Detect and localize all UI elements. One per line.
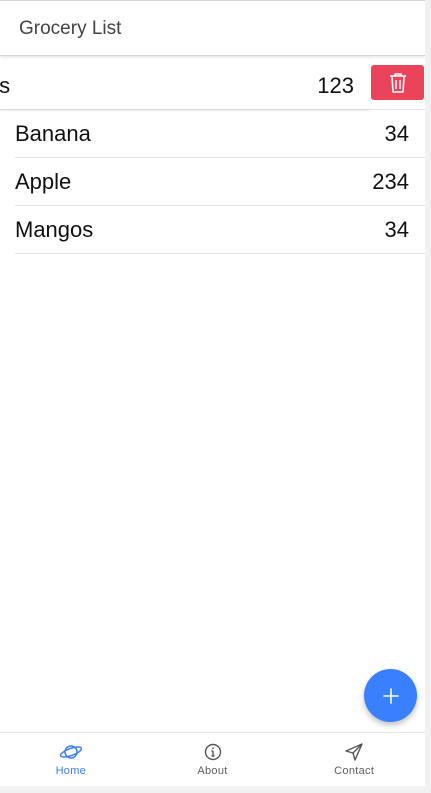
item-name: ts [0, 73, 11, 98]
planet-icon [59, 745, 82, 759]
item-name: Mangos [15, 217, 94, 242]
tab-home[interactable]: Home [0, 733, 142, 786]
toolbar: Grocery List [0, 0, 425, 56]
list-item[interactable]: Mangos 34 [15, 206, 425, 254]
item-quantity: 34 [384, 217, 409, 242]
list-item[interactable]: ts 123 [0, 60, 425, 110]
item-quantity: 234 [372, 169, 409, 194]
page-title: Grocery List [19, 18, 122, 39]
delete-button[interactable] [371, 65, 424, 100]
tab-contact[interactable]: Contact [283, 733, 425, 786]
send-icon [345, 743, 363, 761]
item-name: Banana [15, 121, 91, 146]
item-quantity: 123 [317, 73, 354, 98]
trash-icon [389, 72, 406, 93]
grocery-list: ts 123 Banana 34 Apple 234 Mangos 34 [0, 60, 425, 254]
tab-label: Home [55, 765, 87, 777]
item-name: Apple [15, 169, 72, 194]
tab-label: Contact [334, 765, 375, 777]
tab-about[interactable]: About [142, 733, 284, 786]
list-item[interactable]: Banana 34 [15, 110, 425, 158]
tab-label: About [197, 765, 228, 777]
item-quantity: 34 [384, 121, 409, 146]
add-icon [382, 687, 399, 704]
app-window: Grocery List ts 123 Banana 34 Apple 234 [0, 0, 425, 786]
tab-bar: Home About Contact [0, 732, 425, 786]
sliding-item[interactable]: ts 123 [0, 60, 369, 110]
list-item[interactable]: Apple 234 [15, 158, 425, 206]
add-item-button[interactable] [364, 669, 417, 722]
info-icon [204, 743, 221, 761]
